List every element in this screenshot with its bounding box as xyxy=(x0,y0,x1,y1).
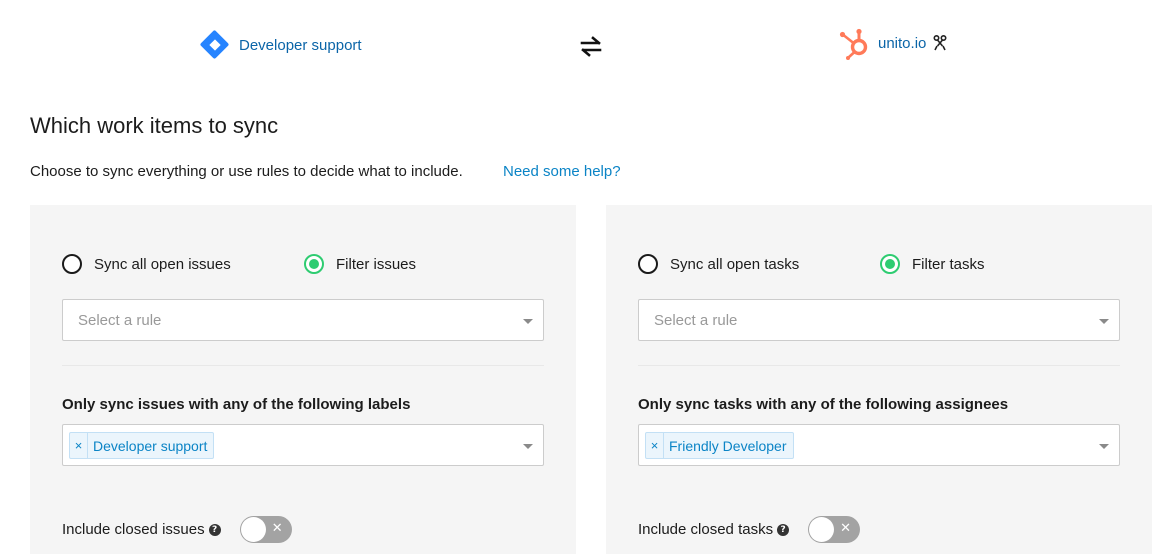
rule-select-placeholder: Select a rule xyxy=(654,312,738,329)
remove-tag-icon[interactable]: × xyxy=(70,433,88,458)
labels-section-label: Only sync issues with any of the followi… xyxy=(62,396,411,413)
close-icon: ✕ xyxy=(840,521,852,536)
toggle-knob xyxy=(240,517,266,542)
chevron-down-icon xyxy=(1099,444,1109,449)
include-closed-row: Include closed issues ? ✕ xyxy=(62,516,292,543)
include-closed-label: Include closed issues xyxy=(62,521,205,538)
right-tool: unito.io xyxy=(838,26,947,60)
sync-mode-radio-group: Sync all open issues Filter issues xyxy=(62,254,542,274)
include-closed-row: Include closed tasks ? ✕ xyxy=(638,516,861,543)
radio-label: Sync all open tasks xyxy=(670,255,800,273)
radio-circle[interactable] xyxy=(638,254,658,274)
toggle-knob xyxy=(809,517,835,542)
include-closed-label: Include closed tasks xyxy=(638,521,774,538)
left-tool: Developer support xyxy=(199,29,362,60)
rule-select-placeholder: Select a rule xyxy=(78,312,162,329)
radio-label: Sync all open issues xyxy=(94,255,231,273)
question-circle-icon[interactable]: ? xyxy=(208,523,221,536)
right-filter-panel: Sync all open tasks Filter tasks Select … xyxy=(606,205,1152,554)
tag-text: Friendly Developer xyxy=(669,437,787,454)
assignees-section-label: Only sync tasks with any of the followin… xyxy=(638,396,1009,413)
help-link[interactable]: Need some help? xyxy=(503,163,621,180)
page-title: Which work items to sync xyxy=(30,113,279,138)
divider xyxy=(62,365,544,366)
right-project-link[interactable]: unito.io xyxy=(878,35,926,52)
radio-label: Filter tasks xyxy=(912,255,985,273)
radio-sync-all-tasks[interactable]: Sync all open tasks xyxy=(638,254,880,274)
close-icon: ✕ xyxy=(271,521,283,536)
question-circle-icon[interactable]: ? xyxy=(777,523,790,536)
radio-filter-tasks[interactable]: Filter tasks xyxy=(880,254,985,274)
radio-circle-checked[interactable] xyxy=(880,254,900,274)
radio-circle-checked[interactable] xyxy=(304,254,324,274)
radio-circle[interactable] xyxy=(62,254,82,274)
chevron-down-icon xyxy=(1099,319,1109,324)
assignees-multiselect[interactable]: × Friendly Developer xyxy=(638,424,1120,466)
page-subtitle: Choose to sync everything or use rules t… xyxy=(30,163,463,180)
rule-select[interactable]: Select a rule xyxy=(62,299,544,341)
label-tag: × Developer support xyxy=(69,432,215,459)
hubspot-icon xyxy=(839,28,868,60)
left-project-link[interactable]: Developer support xyxy=(239,37,362,54)
rule-select[interactable]: Select a rule xyxy=(638,299,1120,341)
jira-diamond-icon xyxy=(199,29,230,60)
radio-filter-issues[interactable]: Filter issues xyxy=(304,254,416,274)
remove-tag-icon[interactable]: × xyxy=(646,433,664,458)
labels-multiselect[interactable]: × Developer support xyxy=(62,424,544,466)
chevron-down-icon xyxy=(523,319,533,324)
tag-text: Developer support xyxy=(93,437,208,454)
divider xyxy=(638,365,1120,366)
owner-icon xyxy=(933,34,947,51)
assignee-tag: × Friendly Developer xyxy=(645,432,794,459)
radio-sync-all-issues[interactable]: Sync all open issues xyxy=(62,254,304,274)
chevron-down-icon xyxy=(523,444,533,449)
sync-mode-radio-group: Sync all open tasks Filter tasks xyxy=(638,254,1118,274)
left-filter-panel: Sync all open issues Filter issues Selec… xyxy=(30,205,576,554)
radio-label: Filter issues xyxy=(336,255,417,273)
include-closed-toggle[interactable]: ✕ xyxy=(808,516,861,543)
swap-arrows-icon xyxy=(580,36,602,57)
sync-header: Developer support unito.io xyxy=(0,0,1170,92)
include-closed-toggle[interactable]: ✕ xyxy=(239,516,292,543)
